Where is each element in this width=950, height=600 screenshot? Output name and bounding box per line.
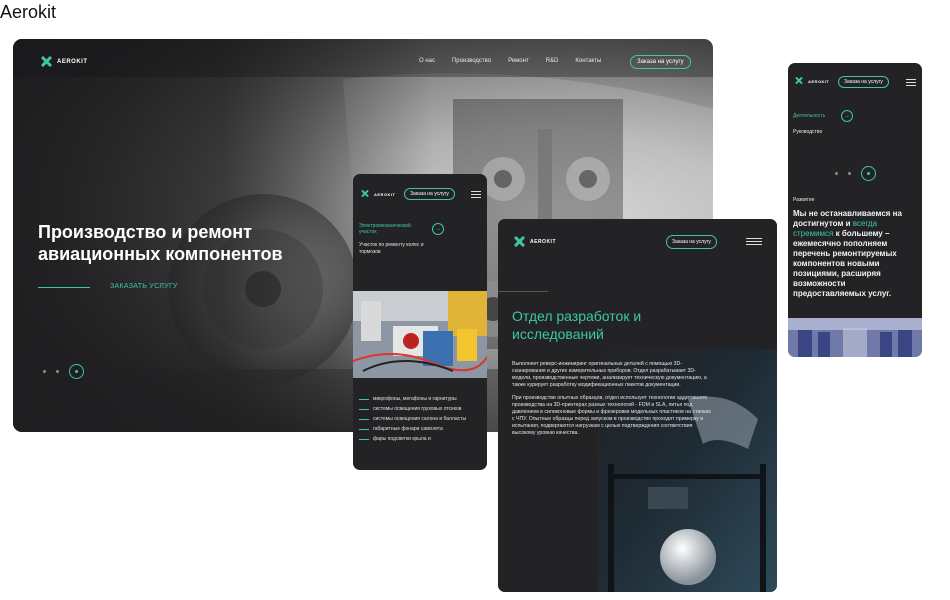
- logo-text: AEROKIT: [374, 191, 396, 197]
- cabin-photo: [788, 318, 922, 357]
- burger-menu-icon[interactable]: [471, 191, 481, 198]
- workshop-photo: [353, 291, 487, 378]
- section-title[interactable]: Деятельность: [793, 113, 825, 119]
- hero-divider: [38, 287, 90, 288]
- arrow-right-icon[interactable]: →: [432, 223, 444, 235]
- order-service-button[interactable]: Заказа на услугу: [630, 55, 691, 69]
- desktop-logo[interactable]: AEROKIT: [41, 56, 88, 67]
- title-divider: [498, 291, 548, 292]
- order-service-button[interactable]: Заказа на услугу: [838, 76, 889, 88]
- slider-dot[interactable]: [848, 172, 851, 175]
- rnd-title: Отдел разработок и исследований: [512, 308, 642, 342]
- order-service-button[interactable]: Заказа на услугу: [666, 235, 717, 249]
- hero-slider-dots: [43, 364, 84, 379]
- logo-text: AEROKIT: [57, 58, 88, 65]
- mobile-logo[interactable]: AEROKIT: [361, 190, 396, 198]
- section-subtitle[interactable]: Руководство: [793, 129, 822, 135]
- list-item[interactable]: системы освещения грузовых отсеков: [359, 406, 483, 412]
- slider-dot-active[interactable]: [69, 364, 84, 379]
- burger-menu-icon[interactable]: [746, 238, 762, 245]
- page-caption: Aerokit: [0, 2, 57, 22]
- desktop-nav: О нас Производство Ремонт R&D Контакты: [419, 58, 601, 64]
- hero-cta-link[interactable]: ЗАКАЗАТЬ УСЛУГУ: [110, 283, 178, 290]
- slider-dot[interactable]: [835, 172, 838, 175]
- list-bullet: [359, 439, 369, 440]
- slider-dot-active[interactable]: [861, 166, 876, 181]
- aerokit-logo-icon: [514, 236, 525, 247]
- list-item[interactable]: микрофоны, мегафоны и гарнитуры: [359, 396, 483, 402]
- slider-dot[interactable]: [43, 370, 46, 373]
- list-bullet: [359, 399, 369, 400]
- logo-text: AEROKIT: [808, 78, 830, 84]
- order-service-button[interactable]: Заказа на услугу: [404, 188, 455, 200]
- list-bullet: [359, 419, 369, 420]
- section-subtitle[interactable]: Участок по ремонту колес и тормозов: [359, 242, 439, 256]
- nav-item-rnd[interactable]: R&D: [546, 58, 559, 64]
- aerokit-logo-icon: [361, 190, 369, 198]
- rnd-paragraph: При производстве опытных образцов, отдел…: [512, 395, 712, 436]
- aerokit-logo-icon: [41, 56, 52, 67]
- arrow-right-icon[interactable]: →: [841, 110, 853, 122]
- slider-dots: [835, 166, 876, 181]
- mobile-repair-mockup: AEROKIT Заказа на услугу Электромеханиче…: [353, 174, 487, 470]
- hero-title: Производство и ремонт авиационных компон…: [38, 222, 283, 264]
- mobile-activity-mockup: AEROKIT Заказа на услугу Деятельность → …: [788, 63, 922, 357]
- development-text: Мы не останавливаемся на достигнутом и в…: [793, 209, 902, 298]
- section-tag: Развитие: [793, 197, 815, 203]
- list-bullet: [359, 429, 369, 430]
- list-bullet: [359, 409, 369, 410]
- nav-item-about[interactable]: О нас: [419, 58, 435, 64]
- aerokit-logo-icon: [795, 77, 803, 85]
- nav-item-contacts[interactable]: Контакты: [575, 58, 601, 64]
- logo-text: AEROKIT: [530, 238, 556, 245]
- list-item[interactable]: системы освещения салона и балласты: [359, 416, 483, 422]
- desktop-header: [13, 39, 713, 77]
- mobile-logo[interactable]: AEROKIT: [795, 77, 830, 85]
- nav-item-production[interactable]: Производство: [452, 58, 491, 64]
- list-item[interactable]: габаритные фонари самолета: [359, 426, 483, 432]
- tablet-rnd-mockup: AEROKIT Заказа на услугу Отдел разработо…: [498, 219, 777, 592]
- nav-item-repair[interactable]: Ремонт: [508, 58, 529, 64]
- rnd-paragraph: Выполняет реверс-инжиниринг оригинальных…: [512, 361, 707, 388]
- slider-dot[interactable]: [56, 370, 59, 373]
- list-item[interactable]: фары подсветки крыла и: [359, 436, 483, 442]
- section-title[interactable]: Электромеханический участок: [359, 223, 429, 235]
- burger-menu-icon[interactable]: [906, 79, 916, 86]
- components-list: микрофоны, мегафоны и гарнитуры системы …: [359, 396, 483, 446]
- tablet-logo[interactable]: AEROKIT: [514, 236, 556, 247]
- rnd-description: Выполняет реверс-инжиниринг оригинальных…: [512, 361, 712, 443]
